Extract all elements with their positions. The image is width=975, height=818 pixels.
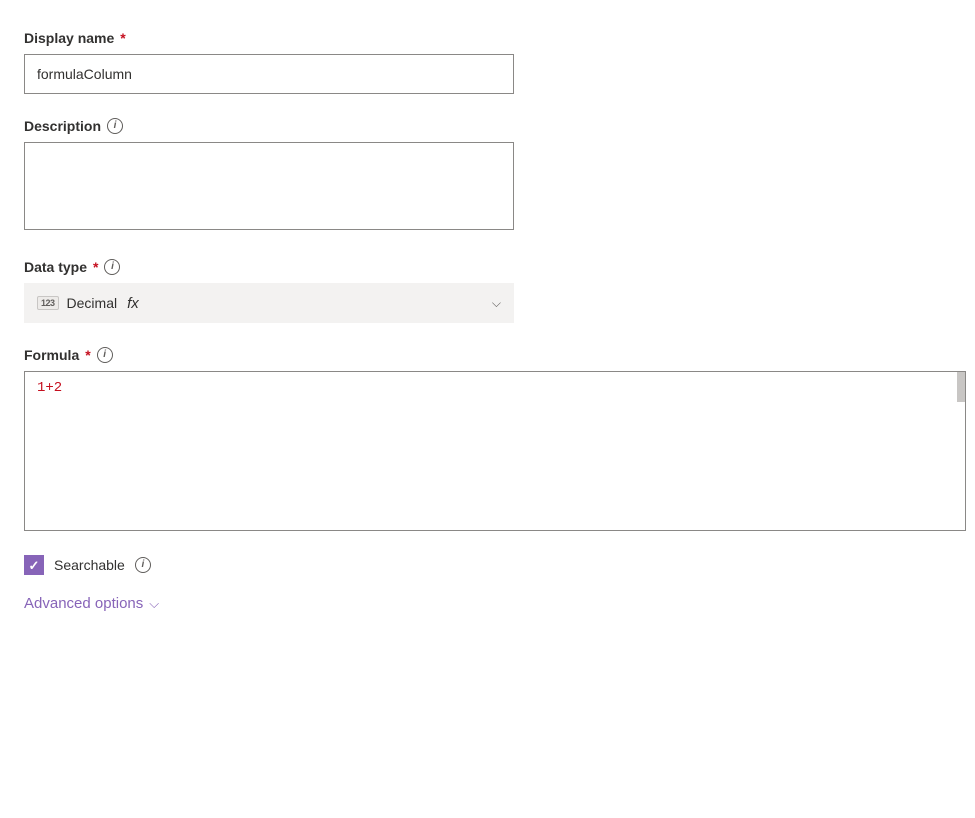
data-type-selected: 123 Decimal fx xyxy=(37,295,139,312)
display-name-input[interactable] xyxy=(24,54,514,94)
display-name-label: Display name * xyxy=(24,30,951,46)
scrollbar-indicator xyxy=(957,372,965,402)
formula-required: * xyxy=(85,347,90,363)
formula-label: Formula * i xyxy=(24,347,951,363)
description-label-text: Description xyxy=(24,118,101,134)
data-type-icon: 123 xyxy=(37,296,59,310)
data-type-dropdown[interactable]: 123 Decimal fx ⌵ xyxy=(24,283,514,323)
data-type-required: * xyxy=(93,259,98,275)
description-label: Description i xyxy=(24,118,951,134)
advanced-options-chevron-icon: ⌵ xyxy=(149,596,159,612)
searchable-checkbox[interactable]: ✓ xyxy=(24,555,44,575)
data-type-info-icon[interactable]: i xyxy=(104,259,120,275)
data-type-label-text: Data type xyxy=(24,259,87,275)
formula-label-text: Formula xyxy=(24,347,79,363)
searchable-row: ✓ Searchable i xyxy=(24,555,951,575)
advanced-options-row[interactable]: Advanced options ⌵ xyxy=(24,595,951,612)
data-type-chevron-icon: ⌵ xyxy=(492,296,501,311)
data-type-group: Data type * i 123 Decimal fx ⌵ xyxy=(24,259,951,323)
checkmark-icon: ✓ xyxy=(29,559,40,572)
description-info-icon[interactable]: i xyxy=(107,118,123,134)
advanced-options-label: Advanced options xyxy=(24,595,143,612)
formula-editor[interactable]: 1+2 xyxy=(24,371,966,531)
display-name-label-text: Display name xyxy=(24,30,114,46)
formula-value: 1+2 xyxy=(37,380,62,396)
display-name-group: Display name * xyxy=(24,30,951,94)
form-container: Display name * Description i Data type *… xyxy=(24,30,951,612)
data-type-label: Data type * i xyxy=(24,259,951,275)
searchable-label: Searchable xyxy=(54,557,125,573)
description-input[interactable] xyxy=(24,142,514,230)
display-name-required: * xyxy=(120,30,125,46)
formula-info-icon[interactable]: i xyxy=(97,347,113,363)
formula-editor-inner: 1+2 xyxy=(25,372,965,530)
description-group: Description i xyxy=(24,118,951,235)
data-type-value: Decimal xyxy=(67,295,118,311)
formula-group: Formula * i 1+2 xyxy=(24,347,951,531)
fx-symbol: fx xyxy=(127,295,139,312)
searchable-info-icon[interactable]: i xyxy=(135,557,151,573)
